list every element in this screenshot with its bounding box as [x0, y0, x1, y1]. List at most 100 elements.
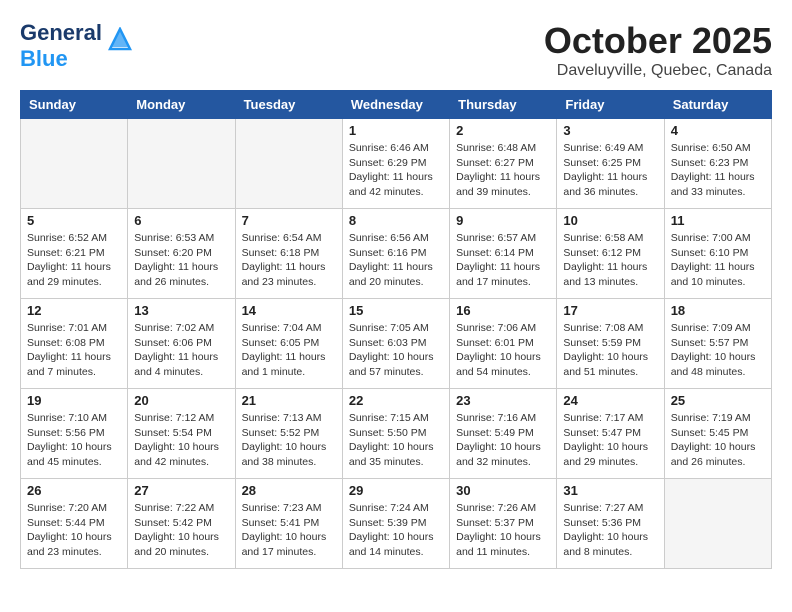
- day-info: Sunrise: 7:26 AM Sunset: 5:37 PM Dayligh…: [456, 501, 550, 560]
- day-info: Sunrise: 6:57 AM Sunset: 6:14 PM Dayligh…: [456, 231, 550, 290]
- calendar-cell: 10 Sunrise: 6:58 AM Sunset: 6:12 PM Dayli…: [557, 209, 664, 299]
- day-number: 8: [349, 213, 443, 228]
- calendar-cell: 19 Sunrise: 7:10 AM Sunset: 5:56 PM Dayli…: [21, 389, 128, 479]
- weekday-header-thursday: Thursday: [450, 91, 557, 119]
- day-info: Sunrise: 6:53 AM Sunset: 6:20 PM Dayligh…: [134, 231, 228, 290]
- day-number: 13: [134, 303, 228, 318]
- week-row-5: 26Sunrise: 7:20 AM Sunset: 5:44 PM Dayli…: [21, 479, 772, 569]
- day-number: 25: [671, 393, 765, 408]
- calendar-cell: 8 Sunrise: 6:56 AM Sunset: 6:16 PM Daylig…: [342, 209, 449, 299]
- day-number: 9: [456, 213, 550, 228]
- day-number: 22: [349, 393, 443, 408]
- week-row-1: 1 Sunrise: 6:46 AM Sunset: 6:29 PM Daylig…: [21, 119, 772, 209]
- calendar-cell: 22Sunrise: 7:15 AM Sunset: 5:50 PM Dayli…: [342, 389, 449, 479]
- calendar-cell: 16Sunrise: 7:06 AM Sunset: 6:01 PM Dayli…: [450, 299, 557, 389]
- calendar-cell: 28 Sunrise: 7:23 AM Sunset: 5:41 PM Dayli…: [235, 479, 342, 569]
- day-info: Sunrise: 7:00 AM Sunset: 6:10 PM Dayligh…: [671, 231, 765, 290]
- day-number: 21: [242, 393, 336, 408]
- day-info: Sunrise: 6:50 AM Sunset: 6:23 PM Dayligh…: [671, 141, 765, 200]
- day-info: Sunrise: 7:13 AM Sunset: 5:52 PM Dayligh…: [242, 411, 336, 470]
- title-section: October 2025 Daveluyville, Quebec, Canad…: [544, 20, 772, 80]
- calendar-cell: 1 Sunrise: 6:46 AM Sunset: 6:29 PM Daylig…: [342, 119, 449, 209]
- day-info: Sunrise: 7:04 AM Sunset: 6:05 PM Dayligh…: [242, 321, 336, 380]
- calendar-cell: 12Sunrise: 7:01 AM Sunset: 6:08 PM Dayli…: [21, 299, 128, 389]
- day-info: Sunrise: 7:10 AM Sunset: 5:56 PM Dayligh…: [27, 411, 121, 470]
- day-info: Sunrise: 7:09 AM Sunset: 5:57 PM Dayligh…: [671, 321, 765, 380]
- day-number: 20: [134, 393, 228, 408]
- day-info: Sunrise: 7:23 AM Sunset: 5:41 PM Dayligh…: [242, 501, 336, 560]
- week-row-4: 19 Sunrise: 7:10 AM Sunset: 5:56 PM Dayli…: [21, 389, 772, 479]
- calendar-table: SundayMondayTuesdayWednesdayThursdayFrid…: [20, 90, 772, 569]
- day-number: 17: [563, 303, 657, 318]
- page-header: General Blue October 2025 Daveluyville, …: [20, 20, 772, 80]
- calendar-cell: [235, 119, 342, 209]
- day-number: 15: [349, 303, 443, 318]
- location-subtitle: Daveluyville, Quebec, Canada: [544, 62, 772, 80]
- calendar-cell: 13 Sunrise: 7:02 AM Sunset: 6:06 PM Dayli…: [128, 299, 235, 389]
- day-info: Sunrise: 7:19 AM Sunset: 5:45 PM Dayligh…: [671, 411, 765, 470]
- calendar-cell: 4 Sunrise: 6:50 AM Sunset: 6:23 PM Daylig…: [664, 119, 771, 209]
- logo-blue: Blue: [20, 46, 68, 71]
- calendar-cell: 24 Sunrise: 7:17 AM Sunset: 5:47 PM Dayli…: [557, 389, 664, 479]
- day-number: 6: [134, 213, 228, 228]
- calendar-cell: [128, 119, 235, 209]
- calendar-cell: [21, 119, 128, 209]
- day-info: Sunrise: 7:16 AM Sunset: 5:49 PM Dayligh…: [456, 411, 550, 470]
- calendar-cell: 31 Sunrise: 7:27 AM Sunset: 5:36 PM Dayli…: [557, 479, 664, 569]
- calendar-cell: 5Sunrise: 6:52 AM Sunset: 6:21 PM Daylig…: [21, 209, 128, 299]
- day-number: 1: [349, 123, 443, 138]
- weekday-header-monday: Monday: [128, 91, 235, 119]
- day-info: Sunrise: 6:56 AM Sunset: 6:16 PM Dayligh…: [349, 231, 443, 290]
- day-number: 24: [563, 393, 657, 408]
- calendar-cell: 14 Sunrise: 7:04 AM Sunset: 6:05 PM Dayli…: [235, 299, 342, 389]
- day-info: Sunrise: 7:05 AM Sunset: 6:03 PM Dayligh…: [349, 321, 443, 380]
- day-number: 29: [349, 483, 443, 498]
- day-number: 14: [242, 303, 336, 318]
- calendar-cell: [664, 479, 771, 569]
- day-number: 5: [27, 213, 121, 228]
- day-info: Sunrise: 7:24 AM Sunset: 5:39 PM Dayligh…: [349, 501, 443, 560]
- day-number: 19: [27, 393, 121, 408]
- day-number: 28: [242, 483, 336, 498]
- weekday-header-wednesday: Wednesday: [342, 91, 449, 119]
- day-info: Sunrise: 6:49 AM Sunset: 6:25 PM Dayligh…: [563, 141, 657, 200]
- day-number: 10: [563, 213, 657, 228]
- day-info: Sunrise: 7:20 AM Sunset: 5:44 PM Dayligh…: [27, 501, 121, 560]
- day-number: 7: [242, 213, 336, 228]
- calendar-cell: 25 Sunrise: 7:19 AM Sunset: 5:45 PM Dayli…: [664, 389, 771, 479]
- day-info: Sunrise: 6:48 AM Sunset: 6:27 PM Dayligh…: [456, 141, 550, 200]
- day-info: Sunrise: 7:22 AM Sunset: 5:42 PM Dayligh…: [134, 501, 228, 560]
- day-number: 31: [563, 483, 657, 498]
- day-number: 27: [134, 483, 228, 498]
- day-info: Sunrise: 7:02 AM Sunset: 6:06 PM Dayligh…: [134, 321, 228, 380]
- day-number: 4: [671, 123, 765, 138]
- day-number: 16: [456, 303, 550, 318]
- day-info: Sunrise: 6:46 AM Sunset: 6:29 PM Dayligh…: [349, 141, 443, 200]
- calendar-cell: 20Sunrise: 7:12 AM Sunset: 5:54 PM Dayli…: [128, 389, 235, 479]
- day-info: Sunrise: 7:08 AM Sunset: 5:59 PM Dayligh…: [563, 321, 657, 380]
- calendar-cell: 29 Sunrise: 7:24 AM Sunset: 5:39 PM Dayli…: [342, 479, 449, 569]
- day-info: Sunrise: 6:58 AM Sunset: 6:12 PM Dayligh…: [563, 231, 657, 290]
- day-number: 30: [456, 483, 550, 498]
- weekday-header-sunday: Sunday: [21, 91, 128, 119]
- day-info: Sunrise: 6:54 AM Sunset: 6:18 PM Dayligh…: [242, 231, 336, 290]
- day-number: 11: [671, 213, 765, 228]
- calendar-cell: 18 Sunrise: 7:09 AM Sunset: 5:57 PM Dayli…: [664, 299, 771, 389]
- logo-arrow-icon: [108, 27, 132, 51]
- weekday-header-friday: Friday: [557, 91, 664, 119]
- day-info: Sunrise: 7:17 AM Sunset: 5:47 PM Dayligh…: [563, 411, 657, 470]
- day-number: 2: [456, 123, 550, 138]
- calendar-cell: 27 Sunrise: 7:22 AM Sunset: 5:42 PM Dayli…: [128, 479, 235, 569]
- weekday-header-tuesday: Tuesday: [235, 91, 342, 119]
- week-row-3: 12Sunrise: 7:01 AM Sunset: 6:08 PM Dayli…: [21, 299, 772, 389]
- week-row-2: 5Sunrise: 6:52 AM Sunset: 6:21 PM Daylig…: [21, 209, 772, 299]
- calendar-cell: 21 Sunrise: 7:13 AM Sunset: 5:52 PM Dayli…: [235, 389, 342, 479]
- calendar-cell: 26Sunrise: 7:20 AM Sunset: 5:44 PM Dayli…: [21, 479, 128, 569]
- logo-general: General: [20, 20, 102, 45]
- day-info: Sunrise: 7:27 AM Sunset: 5:36 PM Dayligh…: [563, 501, 657, 560]
- calendar-cell: 11 Sunrise: 7:00 AM Sunset: 6:10 PM Dayli…: [664, 209, 771, 299]
- day-info: Sunrise: 7:01 AM Sunset: 6:08 PM Dayligh…: [27, 321, 121, 380]
- day-number: 23: [456, 393, 550, 408]
- day-number: 18: [671, 303, 765, 318]
- day-number: 3: [563, 123, 657, 138]
